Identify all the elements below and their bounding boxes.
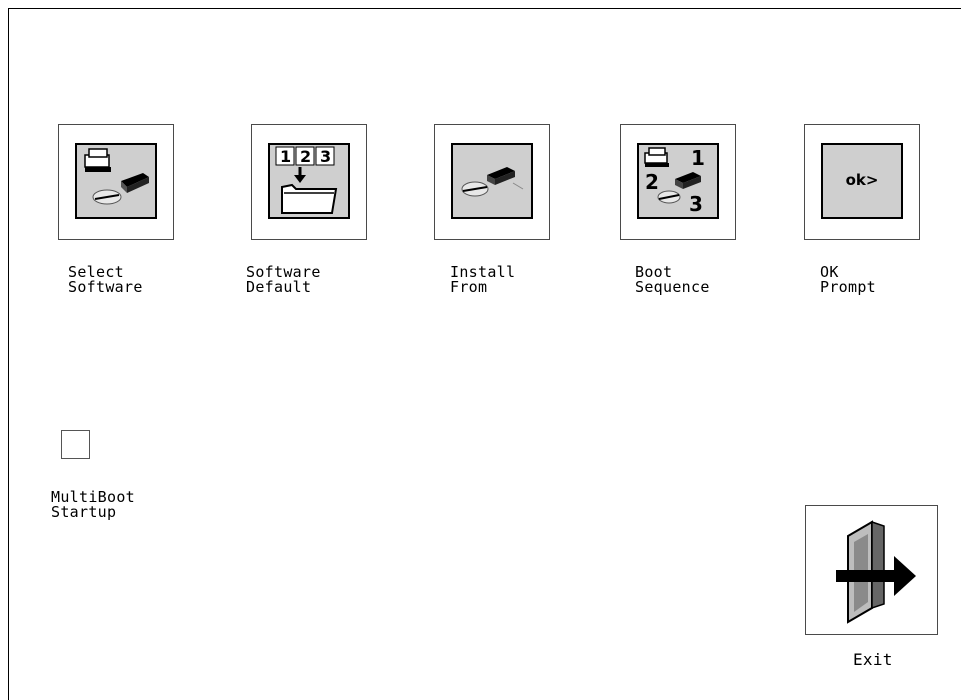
- ok-prompt-label: OK Prompt: [820, 263, 876, 296]
- svg-text:1: 1: [280, 147, 291, 166]
- boot-sequence-button[interactable]: 1 2 3: [620, 124, 736, 240]
- select-software-button[interactable]: [58, 124, 174, 240]
- software-default-icon: 1 2 3: [268, 143, 350, 219]
- install-from-button[interactable]: [434, 124, 550, 240]
- exit-button[interactable]: [805, 505, 938, 635]
- install-from-icon: [451, 143, 533, 219]
- ok-prompt-button[interactable]: ok>: [804, 124, 920, 240]
- ok-prompt-icon: ok>: [821, 143, 903, 219]
- boot-sequence-label: Boot Sequence: [635, 263, 710, 296]
- exit-label: Exit: [853, 650, 893, 669]
- select-software-icon: [75, 143, 157, 219]
- svg-text:3: 3: [689, 192, 703, 216]
- select-software-label: Select Software: [68, 263, 143, 296]
- boot-sequence-icon: 1 2 3: [637, 143, 719, 219]
- software-default-label: Software Default: [246, 263, 321, 296]
- multiboot-startup-label[interactable]: MultiBoot Startup: [51, 490, 135, 520]
- svg-text:2: 2: [300, 147, 311, 166]
- svg-text:2: 2: [645, 170, 659, 194]
- svg-text:1: 1: [691, 146, 705, 170]
- exit-door-icon: [836, 520, 916, 624]
- software-default-button[interactable]: 1 2 3: [251, 124, 367, 240]
- install-from-label: Install From: [450, 263, 516, 296]
- svg-text:3: 3: [320, 147, 331, 166]
- multiboot-startup-checkbox[interactable]: [61, 430, 90, 459]
